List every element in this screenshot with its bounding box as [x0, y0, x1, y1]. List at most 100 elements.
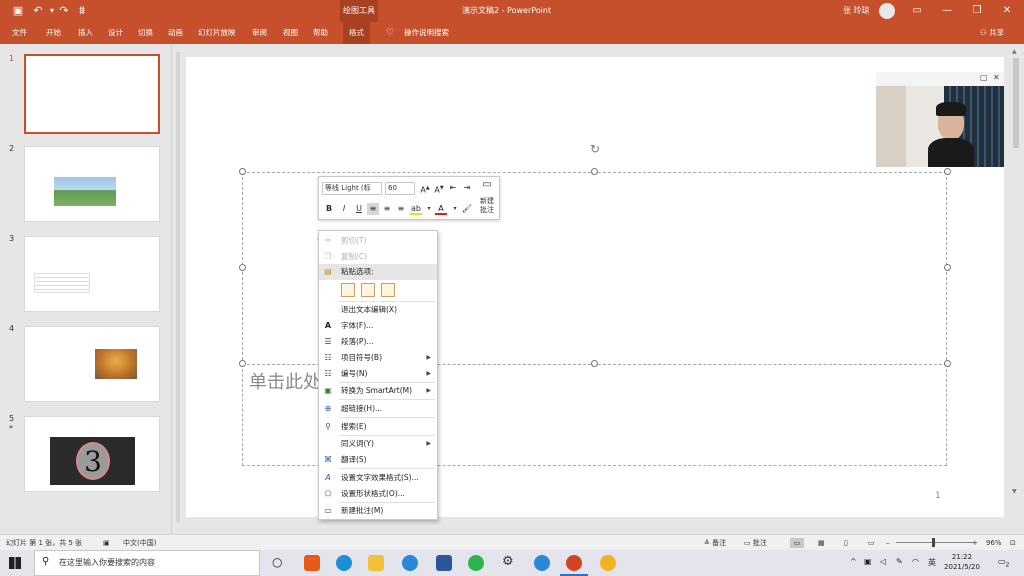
menu-item-smartart[interactable]: ▣ 转换为 SmartArt(M) ▶	[319, 383, 437, 399]
file-explorer-icon[interactable]	[368, 555, 384, 571]
notification-icon[interactable]: ▭2	[998, 557, 1009, 569]
windows-start-icon[interactable]	[9, 557, 21, 569]
menu-item-shape-format[interactable]: ⬠ 设置形状格式(O)...	[319, 486, 437, 502]
tab-format[interactable]: 格式	[343, 22, 370, 44]
powerpoint-icon[interactable]	[566, 555, 582, 571]
resize-handle[interactable]	[944, 264, 951, 271]
clock[interactable]: 21:22 2021/5/20	[940, 552, 984, 572]
slide-thumbnail-2[interactable]	[24, 146, 160, 222]
wifi-icon[interactable]: ◠	[912, 557, 919, 566]
office-icon[interactable]	[304, 555, 320, 571]
pen-icon[interactable]: ✎	[896, 557, 903, 566]
tab-review[interactable]: 审阅	[252, 22, 267, 44]
grow-font-icon[interactable]: A▲	[419, 182, 431, 195]
menu-item-cut[interactable]: ✂ 剪切(T)	[319, 233, 437, 249]
slide-thumbnail-4[interactable]	[24, 326, 160, 402]
user-name[interactable]: 张 玲琼	[843, 0, 870, 22]
shrink-font-icon[interactable]: A▼	[433, 182, 445, 195]
language-status[interactable]: 中文(中国)	[123, 535, 156, 551]
word-icon[interactable]	[436, 555, 452, 571]
align-right-icon[interactable]: ≡	[395, 203, 407, 215]
ime-indicator[interactable]: 英	[928, 557, 936, 568]
slide-thumbnail-3[interactable]	[24, 236, 160, 312]
app-icon[interactable]	[534, 555, 550, 571]
notes-button[interactable]: ≙ 备注	[704, 535, 726, 551]
resize-handle[interactable]	[944, 168, 951, 175]
new-comment-icon[interactable]: ▭	[481, 179, 493, 191]
menu-item-exit-text-edit[interactable]: 退出文本编辑(X)	[319, 302, 437, 318]
webcam-window[interactable]: ▢ ✕	[876, 72, 1004, 167]
slideshow-icon[interactable]: ▭	[868, 535, 875, 551]
paste-merge-format-button[interactable]	[361, 283, 375, 297]
zoom-in-icon[interactable]: +	[972, 535, 978, 551]
align-left-icon[interactable]: ≡	[367, 203, 379, 215]
customize-toolbar-icon[interactable]: ⩩	[74, 3, 90, 19]
ribbon-display-options-icon[interactable]: ▭	[902, 0, 932, 22]
menu-item-bullets[interactable]: ☷ 项目符号(B) ▶	[319, 350, 437, 366]
menu-item-synonyms[interactable]: 同义词(Y) ▶	[319, 436, 437, 452]
restore-icon[interactable]: ❐	[962, 0, 992, 22]
menu-item-paragraph[interactable]: ☰ 段落(P)...	[319, 334, 437, 350]
close-icon[interactable]: ✕	[992, 0, 1022, 22]
new-comment-label[interactable]: 新建 批注	[477, 197, 497, 215]
font-color-icon[interactable]: A	[435, 203, 447, 215]
resize-handle[interactable]	[591, 360, 598, 367]
format-painter-icon[interactable]: 🖌	[461, 203, 473, 215]
fit-slide-icon[interactable]: ⊡	[1010, 535, 1016, 551]
font-size-box[interactable]: 60	[385, 182, 415, 195]
menu-item-text-effects[interactable]: A 设置文字效果格式(S)...	[319, 470, 437, 486]
feishu-icon[interactable]	[402, 555, 418, 571]
network-icon[interactable]: ▣	[864, 557, 872, 566]
reading-view-icon[interactable]: ▯	[844, 535, 848, 551]
edge-icon[interactable]	[336, 555, 352, 571]
slide-thumbnail-1[interactable]	[24, 54, 160, 134]
comments-button[interactable]: ▭ 批注	[744, 535, 767, 551]
underline-button[interactable]: U	[353, 203, 365, 215]
app-icon[interactable]	[600, 555, 616, 571]
scroll-down-icon[interactable]: ▼	[1012, 488, 1017, 495]
slide-thumbnail-5[interactable]: 3	[24, 416, 160, 492]
zoom-out-icon[interactable]: –	[886, 535, 890, 551]
thumbnail-scrollbar[interactable]	[176, 52, 180, 522]
tab-design[interactable]: 设计	[108, 22, 123, 44]
zoom-slider-thumb[interactable]	[932, 538, 935, 547]
tab-transitions[interactable]: 切换	[138, 22, 153, 44]
redo-icon[interactable]: ↷	[56, 3, 72, 19]
tab-help[interactable]: 帮助	[313, 22, 328, 44]
font-name-box[interactable]: 等线 Light (标	[322, 182, 382, 195]
tab-slideshow[interactable]: 幻灯片放映	[198, 22, 236, 44]
canvas-scrollbar[interactable]: ▲ ▼	[1012, 48, 1020, 534]
share-button[interactable]: ⚇ 共享	[980, 22, 1004, 44]
zoom-slider[interactable]	[896, 542, 974, 543]
menu-item-new-comment[interactable]: ▭ 新建批注(M)	[319, 503, 437, 519]
menu-item-numbering[interactable]: ☷ 编号(N) ▶	[319, 366, 437, 382]
menu-item-search[interactable]: ⚲ 搜索(E)	[319, 419, 437, 435]
avatar[interactable]	[879, 3, 895, 19]
menu-item-hyperlink[interactable]: ⊕ 超链接(H)...	[319, 401, 437, 417]
tab-animations[interactable]: 动画	[168, 22, 183, 44]
menu-item-font[interactable]: A 字体(F)...	[319, 318, 437, 334]
tab-home[interactable]: 开始	[46, 22, 61, 44]
increase-indent-icon[interactable]: ⇥	[461, 182, 473, 194]
resize-handle[interactable]	[591, 168, 598, 175]
paste-keep-source-button[interactable]	[341, 283, 355, 297]
wechat-icon[interactable]	[468, 555, 484, 571]
minimize-icon[interactable]: —	[932, 0, 962, 22]
resize-handle[interactable]	[944, 360, 951, 367]
zoom-level[interactable]: 96%	[986, 535, 1002, 551]
tell-me-search[interactable]: 操作说明搜索	[404, 22, 449, 44]
resize-handle[interactable]	[239, 264, 246, 271]
scroll-thumb[interactable]	[1013, 58, 1019, 148]
settings-icon[interactable]: ⚙	[502, 554, 514, 569]
menu-item-copy[interactable]: ❐ 复制(C)	[319, 249, 437, 265]
task-view-icon[interactable]: ○	[272, 555, 282, 569]
highlight-dropdown-icon[interactable]: ▾	[423, 203, 435, 215]
tab-insert[interactable]: 插入	[78, 22, 93, 44]
resize-handle[interactable]	[239, 360, 246, 367]
speaker-icon[interactable]: ◁	[880, 557, 886, 566]
decrease-indent-icon[interactable]: ⇤	[447, 182, 459, 194]
spell-check-icon[interactable]: ▣	[103, 535, 110, 551]
save-icon[interactable]: ▣	[10, 3, 26, 19]
paste-text-only-button[interactable]	[381, 283, 395, 297]
scroll-up-icon[interactable]: ▲	[1012, 48, 1017, 55]
